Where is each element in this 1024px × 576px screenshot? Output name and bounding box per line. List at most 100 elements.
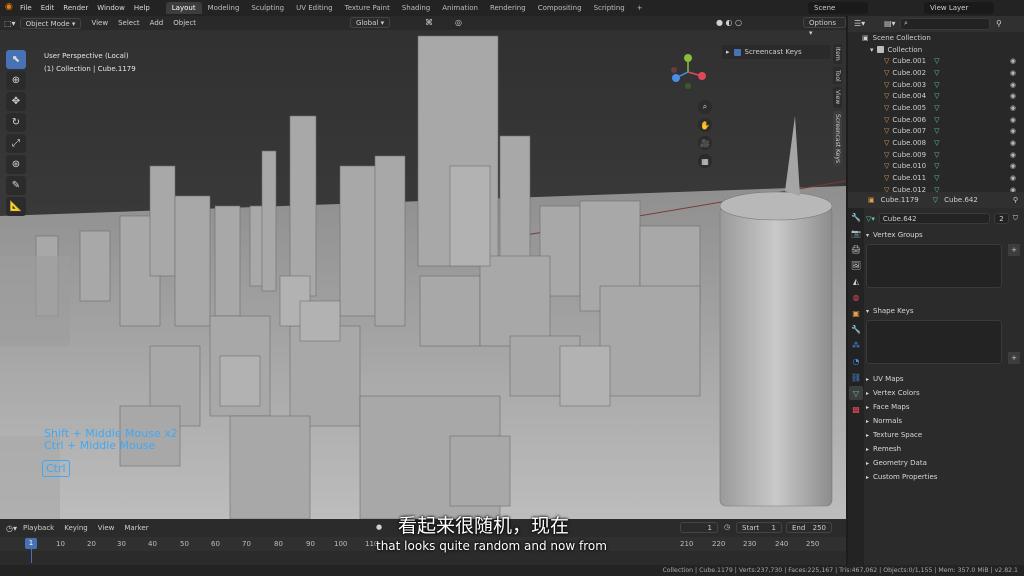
particles-tab-icon[interactable]: ⁂ — [849, 338, 863, 352]
menu-help[interactable]: Help — [134, 4, 150, 12]
transform-icon[interactable]: ⊛ — [6, 155, 26, 174]
section-vertex-colors[interactable]: ▸ Vertex Colors — [866, 386, 1022, 400]
eye-icon[interactable]: ◉ — [1010, 127, 1016, 135]
tab-texture-paint[interactable]: Texture Paint — [339, 2, 396, 14]
eye-icon[interactable]: ◉ — [1010, 139, 1016, 147]
eye-icon[interactable]: ◉ — [1010, 69, 1016, 77]
expand-icon[interactable]: ▾ — [870, 46, 874, 54]
menu-edit[interactable]: Edit — [41, 4, 55, 12]
cursor-icon[interactable]: ⊕ — [6, 71, 26, 90]
current-frame-field[interactable]: 1 — [680, 522, 718, 533]
camera-icon[interactable]: 🎥 — [698, 136, 712, 150]
tab-item[interactable]: Item — [833, 44, 842, 64]
object-name[interactable]: Cube.1179 — [881, 196, 919, 204]
menu-object[interactable]: Object — [173, 19, 196, 27]
section-face-maps[interactable]: ▸ Face Maps — [866, 400, 1022, 414]
section-custom-properties[interactable]: ▸ Custom Properties — [866, 470, 1022, 484]
section-remesh[interactable]: ▸ Remesh — [866, 442, 1022, 456]
add-vertex-group-button[interactable]: + — [1008, 244, 1020, 256]
render-tab-icon[interactable]: 📷 — [849, 226, 863, 240]
snap-icon[interactable]: ⌘ — [425, 18, 433, 27]
options-dropdown[interactable]: Options ▾ — [803, 17, 846, 37]
scene-tab-icon[interactable]: ◭ — [849, 274, 863, 288]
list-item[interactable]: ▽ Cube.009 ▽ ◉ — [884, 149, 1024, 161]
menu-file[interactable]: File — [20, 4, 32, 12]
object-tab-icon[interactable]: ▣ — [849, 306, 863, 320]
vertex-groups-list[interactable] — [866, 244, 1002, 288]
clock-icon[interactable]: ◷ — [724, 523, 730, 531]
eye-icon[interactable]: ◉ — [1010, 104, 1016, 112]
eye-icon[interactable]: ◉ — [1010, 174, 1016, 182]
collection-checkbox[interactable] — [876, 46, 884, 54]
grid-icon[interactable]: ▦ — [698, 154, 712, 168]
rotate-icon[interactable]: ↻ — [6, 113, 26, 132]
add-workspace-button[interactable]: + — [631, 2, 649, 14]
tool-tab-icon[interactable]: 🔧 — [849, 210, 863, 224]
datablock-field[interactable]: Cube.642 — [878, 213, 991, 224]
proportional-edit-icon[interactable]: ◎ — [455, 18, 462, 27]
mode-selector[interactable]: Object Mode ▾ — [19, 17, 82, 29]
eye-icon[interactable]: ◉ — [1010, 92, 1016, 100]
tab-scripting[interactable]: Scripting — [588, 2, 631, 14]
section-texture-space[interactable]: ▸ Texture Space — [866, 428, 1022, 442]
scale-icon[interactable]: ⤢ — [6, 134, 26, 153]
modifier-tab-icon[interactable]: 🔧 — [849, 322, 863, 336]
eye-icon[interactable]: ◉ — [1010, 162, 1016, 170]
pan-hand-icon[interactable]: ✋ — [698, 118, 712, 132]
eye-icon[interactable]: ◉ — [1010, 116, 1016, 124]
tab-tool[interactable]: Tool — [833, 66, 842, 85]
view-layer-selector[interactable]: View Layer — [924, 2, 994, 14]
tab-screencast-keys[interactable]: Screencast Keys — [833, 110, 842, 166]
tab-compositing[interactable]: Compositing — [532, 2, 588, 14]
timeline-editor-icon[interactable]: ◷▾ — [6, 524, 17, 533]
playhead[interactable]: 1 — [25, 538, 37, 549]
section-normals[interactable]: ▸ Normals — [866, 414, 1022, 428]
blender-logo-icon[interactable]: ◉ — [5, 2, 13, 12]
move-icon[interactable]: ✥ — [6, 92, 26, 111]
menu-timeline-view[interactable]: View — [98, 524, 115, 532]
start-frame-field[interactable]: Start 1 — [736, 522, 782, 533]
view-layer-tab-icon[interactable]: 🖼 — [849, 258, 863, 272]
menu-add[interactable]: Add — [150, 19, 164, 27]
list-item[interactable]: ▽ Cube.004 ▽ ◉ — [884, 90, 1024, 102]
orientation-selector[interactable]: Global ▾ — [350, 17, 391, 28]
tab-view[interactable]: View — [833, 87, 842, 108]
output-tab-icon[interactable]: 🖨 — [849, 242, 863, 256]
list-item[interactable]: ▽ Cube.007 ▽ ◉ — [884, 126, 1024, 138]
tab-layout[interactable]: Layout — [165, 2, 202, 14]
scene-selector[interactable]: Scene — [808, 2, 868, 14]
list-item[interactable]: ▽ Cube.008 ▽ ◉ — [884, 137, 1024, 149]
section-geometry-data[interactable]: ▸ Geometry Data — [866, 456, 1022, 470]
list-item[interactable]: ▽ Cube.010 ▽ ◉ — [884, 161, 1024, 173]
list-item[interactable]: ▽ Cube.011 ▽ ◉ — [884, 172, 1024, 184]
material-tab-icon[interactable]: ▩ — [849, 402, 863, 416]
screencast-keys-checkbox[interactable] — [733, 48, 741, 56]
menu-window[interactable]: Window — [97, 4, 125, 12]
section-vertex-groups[interactable]: ▾ Vertex Groups — [866, 228, 1022, 242]
outliner-scene-collection[interactable]: ▣ Scene Collection — [862, 32, 1024, 44]
world-tab-icon[interactable]: ◍ — [849, 290, 863, 304]
users-count[interactable]: 2 — [994, 213, 1009, 224]
select-box-icon[interactable]: ⬉ — [6, 50, 26, 69]
tab-sculpting[interactable]: Sculpting — [245, 2, 290, 14]
end-frame-field[interactable]: End 250 — [786, 522, 832, 533]
annotate-icon[interactable]: ✎ — [6, 176, 26, 195]
section-shape-keys[interactable]: ▾ Shape Keys — [866, 304, 1022, 318]
editor-type-icon[interactable]: ⬚▾ — [4, 19, 16, 28]
navigation-gizmo[interactable] — [668, 52, 708, 100]
menu-playback[interactable]: Playback — [23, 524, 54, 532]
data-tab-icon[interactable]: ▽ — [849, 386, 863, 400]
add-shape-key-button[interactable]: + — [1008, 352, 1020, 364]
shape-keys-list[interactable] — [866, 320, 1002, 364]
filter-icon[interactable]: ▤▾ — [884, 19, 896, 28]
outliner-editor-icon[interactable]: ☰▾ — [854, 19, 865, 28]
fake-user-icon[interactable]: ⛉ — [1013, 214, 1018, 223]
tab-rendering[interactable]: Rendering — [484, 2, 532, 14]
outliner-search-input[interactable]: ⌕ — [900, 18, 990, 30]
list-item[interactable]: ▽ Cube.002 ▽ ◉ — [884, 67, 1024, 79]
viewport-shading-icon[interactable]: ● ◐ ○ — [716, 18, 742, 27]
tab-uv-editing[interactable]: UV Editing — [290, 2, 339, 14]
eye-icon[interactable]: ◉ — [1010, 81, 1016, 89]
record-icon[interactable]: ● — [376, 523, 382, 531]
physics-tab-icon[interactable]: ◔ — [849, 354, 863, 368]
